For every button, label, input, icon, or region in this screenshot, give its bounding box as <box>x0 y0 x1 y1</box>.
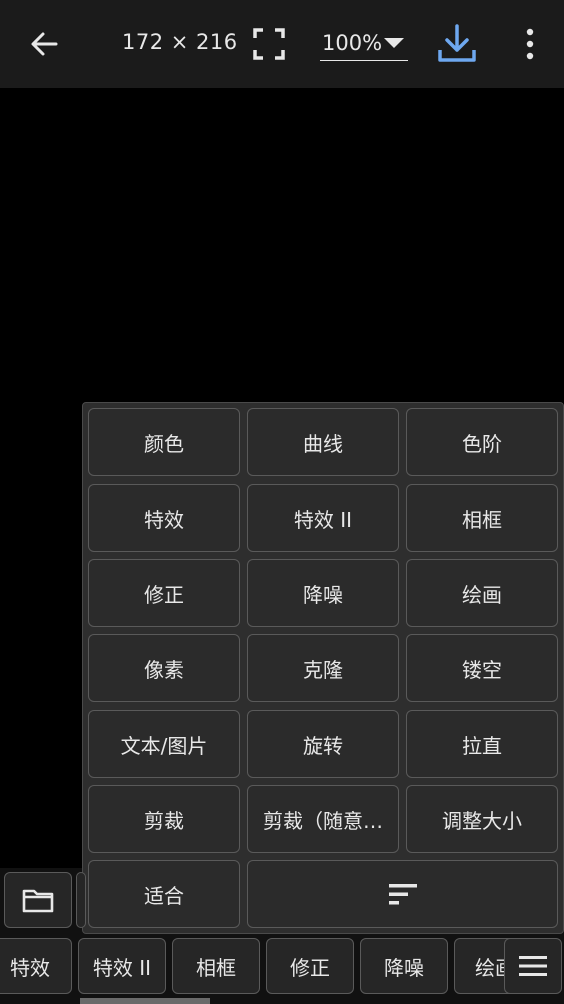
menu-item-resize[interactable]: 调整大小 <box>406 785 558 853</box>
menu-item-effects[interactable]: 特效 <box>88 484 240 552</box>
menu-item-frame[interactable]: 相框 <box>406 484 558 552</box>
menu-item-cutout[interactable]: 镂空 <box>406 634 558 702</box>
zoom-dropdown[interactable]: 100% <box>320 28 408 61</box>
tab-correction[interactable]: 修正 <box>266 938 354 994</box>
arrow-left-icon[interactable] <box>26 26 62 62</box>
zoom-value: 100% <box>322 31 383 55</box>
menu-item-levels[interactable]: 色阶 <box>406 408 558 476</box>
tab-denoise[interactable]: 降噪 <box>360 938 448 994</box>
top-toolbar: 172 × 216 100% <box>0 0 564 88</box>
menu-item-clone[interactable]: 克隆 <box>247 634 399 702</box>
folder-icon <box>22 889 54 913</box>
sort-icon <box>388 884 417 905</box>
menu-item-correction[interactable]: 修正 <box>88 559 240 627</box>
more-vert-icon[interactable] <box>516 26 544 62</box>
toolbar-button-partial[interactable] <box>76 872 86 928</box>
menu-button[interactable] <box>504 938 562 994</box>
hamburger-icon <box>519 956 547 976</box>
tab-effects-2[interactable]: 特效 II <box>78 938 166 994</box>
menu-item-pixel[interactable]: 像素 <box>88 634 240 702</box>
tab-frame[interactable]: 相框 <box>172 938 260 994</box>
fullscreen-icon[interactable] <box>252 27 286 61</box>
menu-item-curves[interactable]: 曲线 <box>247 408 399 476</box>
image-dimensions: 172 × 216 <box>122 30 238 54</box>
menu-item-denoise[interactable]: 降噪 <box>247 559 399 627</box>
sort-button[interactable] <box>247 860 558 928</box>
menu-item-fit[interactable]: 适合 <box>88 860 240 928</box>
menu-item-free-crop[interactable]: 剪裁（随意… <box>247 785 399 853</box>
menu-item-effects-2[interactable]: 特效 II <box>247 484 399 552</box>
menu-item-drawing[interactable]: 绘画 <box>406 559 558 627</box>
menu-item-crop[interactable]: 剪裁 <box>88 785 240 853</box>
menu-item-rotate[interactable]: 旋转 <box>247 710 399 778</box>
tab-scroll-indicator <box>80 998 210 1004</box>
menu-item-color[interactable]: 颜色 <box>88 408 240 476</box>
tab-effects[interactable]: 特效 <box>0 938 72 994</box>
menu-item-straighten[interactable]: 拉直 <box>406 710 558 778</box>
chevron-down-icon <box>384 38 404 48</box>
open-folder-button[interactable] <box>4 872 72 928</box>
menu-item-text-image[interactable]: 文本/图片 <box>88 710 240 778</box>
download-icon[interactable] <box>436 22 478 64</box>
